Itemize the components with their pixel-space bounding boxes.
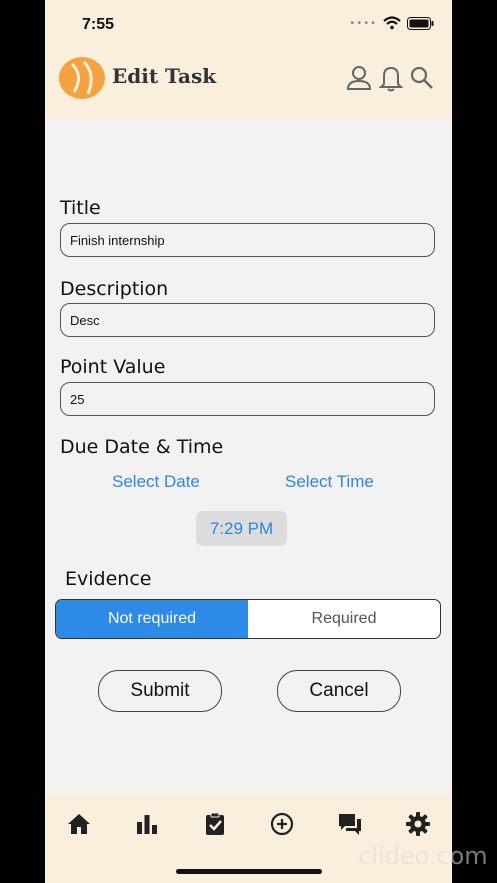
description-input[interactable]: [60, 303, 435, 337]
title-input[interactable]: [60, 223, 435, 257]
submit-button[interactable]: Submit: [98, 670, 222, 712]
chart-icon[interactable]: [134, 811, 160, 837]
page-title: Edit Task: [112, 64, 217, 88]
description-label: Description: [60, 278, 169, 300]
evidence-segmented-control: Not required Required: [55, 599, 441, 639]
status-time: 7:55: [82, 16, 115, 33]
phone-screen: 7:55 •••• Edit Task Title Finish interns…: [45, 0, 452, 883]
gear-icon[interactable]: [405, 811, 431, 837]
app-header: 7:55 •••• Edit Task: [45, 0, 452, 120]
point-value-label: Point Value: [60, 356, 166, 378]
title-label: Title: [60, 197, 101, 219]
due-date-label: Due Date & Time: [60, 436, 224, 458]
evidence-label: Evidence: [65, 568, 152, 590]
bell-icon[interactable]: [378, 64, 404, 92]
clipboard-check-icon[interactable]: [202, 811, 228, 837]
battery-icon: [407, 16, 434, 30]
evidence-required-option[interactable]: Required: [248, 600, 440, 638]
select-time-button[interactable]: Select Time: [285, 472, 374, 492]
selected-time-button[interactable]: 7:29 PM: [196, 511, 287, 546]
cancel-button[interactable]: Cancel: [277, 670, 401, 712]
evidence-not-required-option[interactable]: Not required: [56, 600, 248, 638]
point-value-input[interactable]: [60, 382, 435, 416]
profile-icon[interactable]: [346, 64, 372, 92]
status-icons: ••••: [349, 16, 434, 30]
search-icon[interactable]: [409, 64, 435, 92]
watermark: clideo.com: [358, 842, 488, 870]
home-icon[interactable]: [66, 811, 92, 837]
app-logo-icon: [59, 57, 105, 99]
chat-icon[interactable]: [337, 811, 363, 837]
home-indicator: [176, 869, 322, 874]
select-date-button[interactable]: Select Date: [112, 472, 200, 492]
add-circle-icon[interactable]: [269, 811, 295, 837]
signal-icon: ••••: [349, 17, 377, 29]
wifi-icon: [383, 16, 401, 30]
